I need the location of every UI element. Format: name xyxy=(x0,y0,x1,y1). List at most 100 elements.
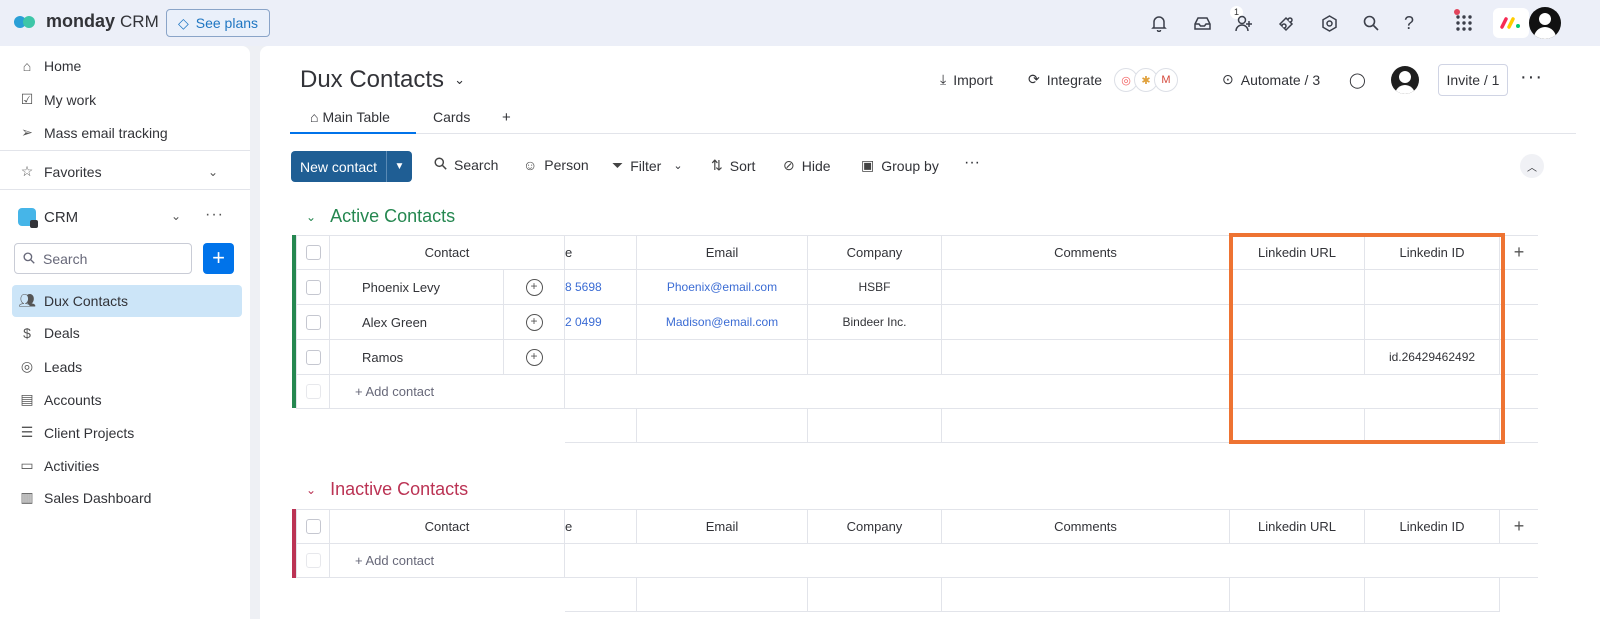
cell-contact-name[interactable]: Alex Green xyxy=(330,305,504,340)
invite-members-icon[interactable] xyxy=(1233,12,1255,34)
checkbox[interactable] xyxy=(305,314,321,330)
checkbox[interactable] xyxy=(305,349,321,365)
cell-conversation[interactable]: + xyxy=(504,340,565,375)
tab-cards[interactable]: Cards xyxy=(433,109,470,125)
add-update-icon[interactable]: + xyxy=(525,278,543,296)
column-header-linkedin-url[interactable]: Linkedin URL xyxy=(1230,509,1365,544)
add-update-icon[interactable]: + xyxy=(525,348,543,366)
toolbar-person[interactable]: ☺ Person xyxy=(523,157,589,173)
settings-icon[interactable] xyxy=(1318,12,1340,34)
column-header-comments[interactable]: Comments xyxy=(942,509,1230,544)
user-avatar[interactable] xyxy=(1529,7,1561,39)
column-header-email[interactable]: Email xyxy=(637,235,808,270)
column-header-linkedin-id[interactable]: Linkedin ID xyxy=(1365,509,1500,544)
column-header-contact[interactable]: Contact xyxy=(330,235,565,270)
cell-comments[interactable] xyxy=(942,305,1230,340)
email-link[interactable]: Madison@email.com xyxy=(666,315,778,329)
cell-contact-name[interactable]: Ramos xyxy=(330,340,504,375)
column-header-company[interactable]: Company xyxy=(808,235,942,270)
row-checkbox-cell[interactable] xyxy=(296,305,330,340)
column-header-phone[interactable]: e xyxy=(565,235,637,270)
cell-phone[interactable] xyxy=(565,340,637,375)
apps-icon[interactable] xyxy=(1275,12,1297,34)
column-header-contact[interactable]: Contact xyxy=(330,509,565,544)
row-checkbox-cell[interactable] xyxy=(296,270,330,305)
cell-contact-name[interactable]: Phoenix Levy xyxy=(330,270,504,305)
column-header-company[interactable]: Company xyxy=(808,509,942,544)
row-checkbox-cell[interactable] xyxy=(296,340,330,375)
column-header-email[interactable]: Email xyxy=(637,509,808,544)
bell-icon[interactable] xyxy=(1148,12,1170,34)
sidebar-item-accounts[interactable]: ▤ Accounts xyxy=(18,391,101,408)
sidebar-item-my-work[interactable]: ☑ My work xyxy=(18,91,96,108)
select-all-checkbox-cell[interactable] xyxy=(296,235,330,270)
cell-email[interactable] xyxy=(637,340,808,375)
add-contact-row[interactable]: + Add contact xyxy=(330,375,565,409)
chevron-down-icon[interactable]: ⌄ xyxy=(306,210,316,224)
automate-button[interactable]: ⊙ Automate / 3 xyxy=(1222,71,1320,88)
group-title-inactive[interactable]: ⌄ Inactive Contacts xyxy=(306,479,468,500)
checkbox[interactable] xyxy=(305,279,321,295)
new-contact-button[interactable]: New contact ▼ xyxy=(291,151,412,182)
add-column-button[interactable]: + xyxy=(1500,235,1538,270)
cell-conversation[interactable]: + xyxy=(504,305,565,340)
sidebar-search-input[interactable]: Search xyxy=(14,243,192,274)
chevron-down-icon[interactable]: ⌄ xyxy=(208,165,218,179)
integrate-button[interactable]: ⟳ Integrate xyxy=(1028,71,1102,88)
see-plans-button[interactable]: ◇ See plans xyxy=(166,9,270,37)
toolbar-more-icon[interactable]: ··· xyxy=(964,154,980,172)
checkbox[interactable] xyxy=(305,519,321,534)
add-view-button[interactable]: + xyxy=(502,109,511,126)
cell-phone[interactable]: 2 0499 xyxy=(565,305,637,340)
board-title[interactable]: Dux Contacts ⌄ xyxy=(300,66,465,94)
cell-comments[interactable] xyxy=(942,340,1230,375)
chevron-down-icon[interactable]: ▼ xyxy=(386,151,412,182)
sidebar-item-favorites[interactable]: ☆ Favorites xyxy=(18,163,102,180)
sidebar-item-deals[interactable]: $ Deals xyxy=(18,325,80,341)
toolbar-group-by[interactable]: ▣ Group by xyxy=(861,157,939,174)
cell-company[interactable]: Bindeer Inc. xyxy=(808,305,942,340)
collapse-header-button[interactable]: ︿ xyxy=(1520,154,1544,178)
invite-button[interactable]: Invite / 1 xyxy=(1438,64,1508,96)
add-column-button[interactable]: + xyxy=(1500,509,1538,544)
sidebar-item-client-projects[interactable]: ☰ Client Projects xyxy=(18,424,135,441)
add-update-icon[interactable]: + xyxy=(525,313,543,331)
workspace-selector[interactable]: CRM xyxy=(18,208,78,228)
grid-icon[interactable] xyxy=(1453,12,1475,34)
monday-apps-logo[interactable] xyxy=(1493,8,1529,38)
group-title-active[interactable]: ⌄ Active Contacts xyxy=(306,206,455,227)
sidebar-item-sales-dashboard[interactable]: ▥ Sales Dashboard xyxy=(18,489,151,506)
search-icon[interactable] xyxy=(1360,12,1382,34)
toolbar-sort[interactable]: ⇅ Sort xyxy=(711,157,755,174)
cell-email[interactable]: Phoenix@email.com xyxy=(637,270,808,305)
cell-comments[interactable] xyxy=(942,270,1230,305)
board-more-icon[interactable]: ··· xyxy=(1520,66,1543,89)
cell-company[interactable]: HSBF xyxy=(808,270,942,305)
add-item-button[interactable]: + xyxy=(203,243,234,274)
chevron-down-icon[interactable]: ⌄ xyxy=(171,209,181,223)
tab-main-table[interactable]: ⌂ Main Table xyxy=(310,109,390,125)
sidebar-item-home[interactable]: ⌂ Home xyxy=(18,58,82,74)
sidebar-item-dux-contacts[interactable]: 👥︎ Dux Contacts xyxy=(18,292,128,309)
select-all-checkbox-cell[interactable] xyxy=(296,509,330,544)
integration-logos[interactable]: ◎ ✱ M xyxy=(1114,68,1178,92)
toolbar-filter[interactable]: ⏷ Filter ⌄ xyxy=(612,157,683,174)
more-options-icon[interactable]: ··· xyxy=(205,206,224,224)
cell-email[interactable]: Madison@email.com xyxy=(637,305,808,340)
chevron-down-icon[interactable]: ⌄ xyxy=(673,159,682,172)
sidebar-item-activities[interactable]: ▭ Activities xyxy=(18,457,99,474)
sidebar-item-leads[interactable]: ◎ Leads xyxy=(18,358,82,375)
email-link[interactable]: Phoenix@email.com xyxy=(667,280,777,294)
chevron-down-icon[interactable]: ⌄ xyxy=(306,483,316,497)
import-button[interactable]: ⤓ Import xyxy=(940,71,993,88)
toolbar-hide[interactable]: ⊘ Hide xyxy=(783,157,831,174)
updates-icon[interactable]: ◯ xyxy=(1349,71,1366,89)
cell-phone[interactable]: 8 5698 xyxy=(565,270,637,305)
cell-conversation[interactable]: + xyxy=(504,270,565,305)
help-icon[interactable]: ? xyxy=(1398,12,1420,34)
toolbar-search[interactable]: Search xyxy=(434,157,498,173)
add-contact-row[interactable]: + Add contact xyxy=(330,544,565,578)
monday-logo[interactable]: monday CRM xyxy=(14,11,159,32)
checkbox[interactable] xyxy=(305,245,321,260)
column-header-comments[interactable]: Comments xyxy=(942,235,1230,270)
